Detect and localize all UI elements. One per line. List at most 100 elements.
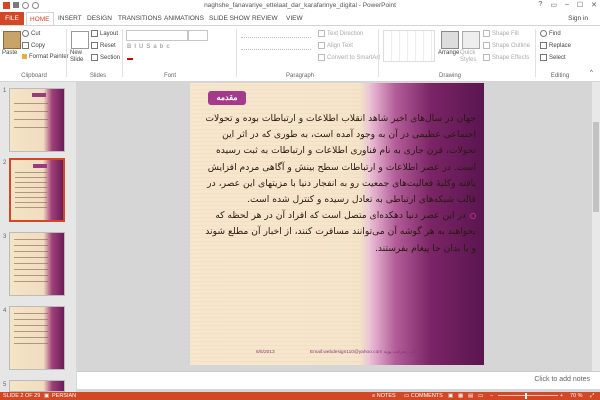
alignment-buttons[interactable] [241,43,311,50]
format-painter-label: Format Painter [29,54,69,61]
comments-button[interactable]: ▭ COMMENTS [404,392,443,400]
zoom-slider-thumb[interactable] [525,393,527,399]
quick-styles-button[interactable]: Quick Styles [460,50,480,64]
text-direction-button[interactable]: Text Direction [318,30,363,37]
notes-button[interactable]: ≡ NOTES [372,392,396,400]
font-family-box[interactable] [126,30,188,41]
thumb-line [15,207,47,208]
slide-thumbnail-5[interactable] [9,380,65,392]
minimize-button[interactable]: – [565,1,569,9]
sign-in-link[interactable]: Sign in [568,15,588,22]
notes-pane[interactable]: Click to add notes [77,371,600,389]
proofing-icon[interactable]: ▣ [44,392,49,400]
zoom-slider[interactable] [498,395,558,396]
thumb-line [14,263,48,264]
paste-button[interactable]: Paste [2,50,17,56]
thumb-line [14,245,48,246]
cursor-icon [540,54,547,61]
slide-thumbnail-3[interactable] [9,232,65,296]
format-painter-button[interactable]: Format Painter [22,54,69,60]
comments-label: COMMENTS [410,393,443,399]
tab-design[interactable]: DESIGN [87,15,112,22]
align-text-button[interactable]: Align Text [318,42,353,49]
section-button[interactable]: Section [91,54,120,61]
tab-insert[interactable]: INSERT [58,15,82,22]
slide-number: 3 [3,234,7,240]
font-color-buttons[interactable] [127,57,135,63]
find-button[interactable]: Find [540,30,561,37]
thumb-line [14,343,48,344]
slide-number: 2 [3,160,7,166]
zoom-in-button[interactable]: + [560,392,563,400]
cut-button[interactable]: Cut [22,30,40,37]
shapes-gallery[interactable] [383,30,435,62]
paragraph-group-label: Paragraph [285,73,315,79]
tab-view[interactable]: VIEW [286,15,303,22]
paste-icon[interactable] [3,31,21,49]
collapse-ribbon-icon[interactable]: ^ [590,70,593,76]
new-slide-icon[interactable] [71,31,89,49]
copy-label: Copy [31,43,46,50]
layout-button[interactable]: Layout [91,30,118,37]
reset-label: Reset [100,43,116,50]
font-size-box[interactable] [188,30,208,41]
zoom-level[interactable]: 70 % [570,392,583,400]
language-indicator[interactable]: PERSIAN [52,392,76,400]
slides-group-label: Slides [89,73,107,79]
find-label: Find [549,31,561,38]
tab-review[interactable]: REVIEW [252,15,278,22]
slideshow-icon[interactable]: ▭ [478,392,483,400]
thumb-line [14,331,48,332]
slide-thumbnail-4[interactable] [9,306,65,370]
search-icon [540,30,547,37]
ribbon-tabs: FILE HOME INSERT DESIGN TRANSITIONS ANIM… [0,12,600,25]
slide-thumbnail-1[interactable] [9,88,65,152]
reading-view-icon[interactable]: ▤ [468,392,473,400]
ribbon-divider [378,29,379,77]
convert-smartart-button[interactable]: Convert to SmartArt [318,54,380,61]
tab-file[interactable]: FILE [0,12,24,25]
zoom-out-button[interactable]: – [490,392,493,400]
maximize-button[interactable]: ☐ [577,1,583,9]
text-direction-icon [318,30,325,37]
ribbon-display-button[interactable]: ▭ [550,1,557,9]
slide-heading[interactable]: مقدمه [208,91,246,105]
quick-styles-icon[interactable] [462,31,480,49]
tab-animations[interactable]: ANIMATIONS [164,15,204,22]
new-slide-button[interactable]: New Slide [70,50,90,64]
vertical-scrollbar[interactable] [592,82,600,371]
list-buttons[interactable] [241,31,311,38]
thumb-line [14,313,48,314]
thumb-line [14,251,48,252]
effects-icon [483,54,490,61]
fit-to-window-icon[interactable]: ⤢ [590,392,594,400]
arrange-button[interactable]: Arrange [438,50,459,56]
close-button[interactable]: ✕ [591,1,597,9]
body-paragraph-2-wrap: در این عصر دنیا دهکده‌ای متصل است که افر… [204,208,476,257]
tab-transitions[interactable]: TRANSITIONS [118,15,162,22]
thumb-line [14,257,48,258]
select-button[interactable]: Select [540,54,566,61]
scrollbar-thumb[interactable] [593,122,599,212]
replace-button[interactable]: Replace [540,42,571,49]
tab-home[interactable]: HOME [26,12,54,25]
layout-label: Layout [100,31,119,38]
slide-canvas[interactable]: مقدمه جهان در سال‌های اخیر شاهد انقلاب ا… [190,83,484,365]
cut-label: Cut [31,31,41,38]
shape-fill-button[interactable]: Shape Fill [483,30,519,37]
tab-slide-show[interactable]: SLIDE SHOW [209,15,250,22]
shape-outline-button[interactable]: Shape Outline [483,42,530,49]
normal-view-icon[interactable]: ▣ [448,392,453,400]
scissors-icon [22,30,29,37]
slide-thumbnail-2[interactable] [9,158,65,222]
copy-icon [22,42,29,49]
align-text-label: Align Text [327,43,353,50]
slide-sorter-icon[interactable]: ▦ [458,392,463,400]
shape-effects-button[interactable]: Shape Effects [483,54,529,61]
arrange-icon[interactable] [441,31,459,49]
copy-button[interactable]: Copy [22,42,45,49]
font-format-buttons[interactable]: BIUSabc [127,44,173,50]
slide-body-text[interactable]: جهان در سال‌های اخیر شاهد انقلاب اطلاعات… [204,111,476,257]
reset-button[interactable]: Reset [91,42,116,49]
help-button[interactable]: ? [538,1,542,9]
